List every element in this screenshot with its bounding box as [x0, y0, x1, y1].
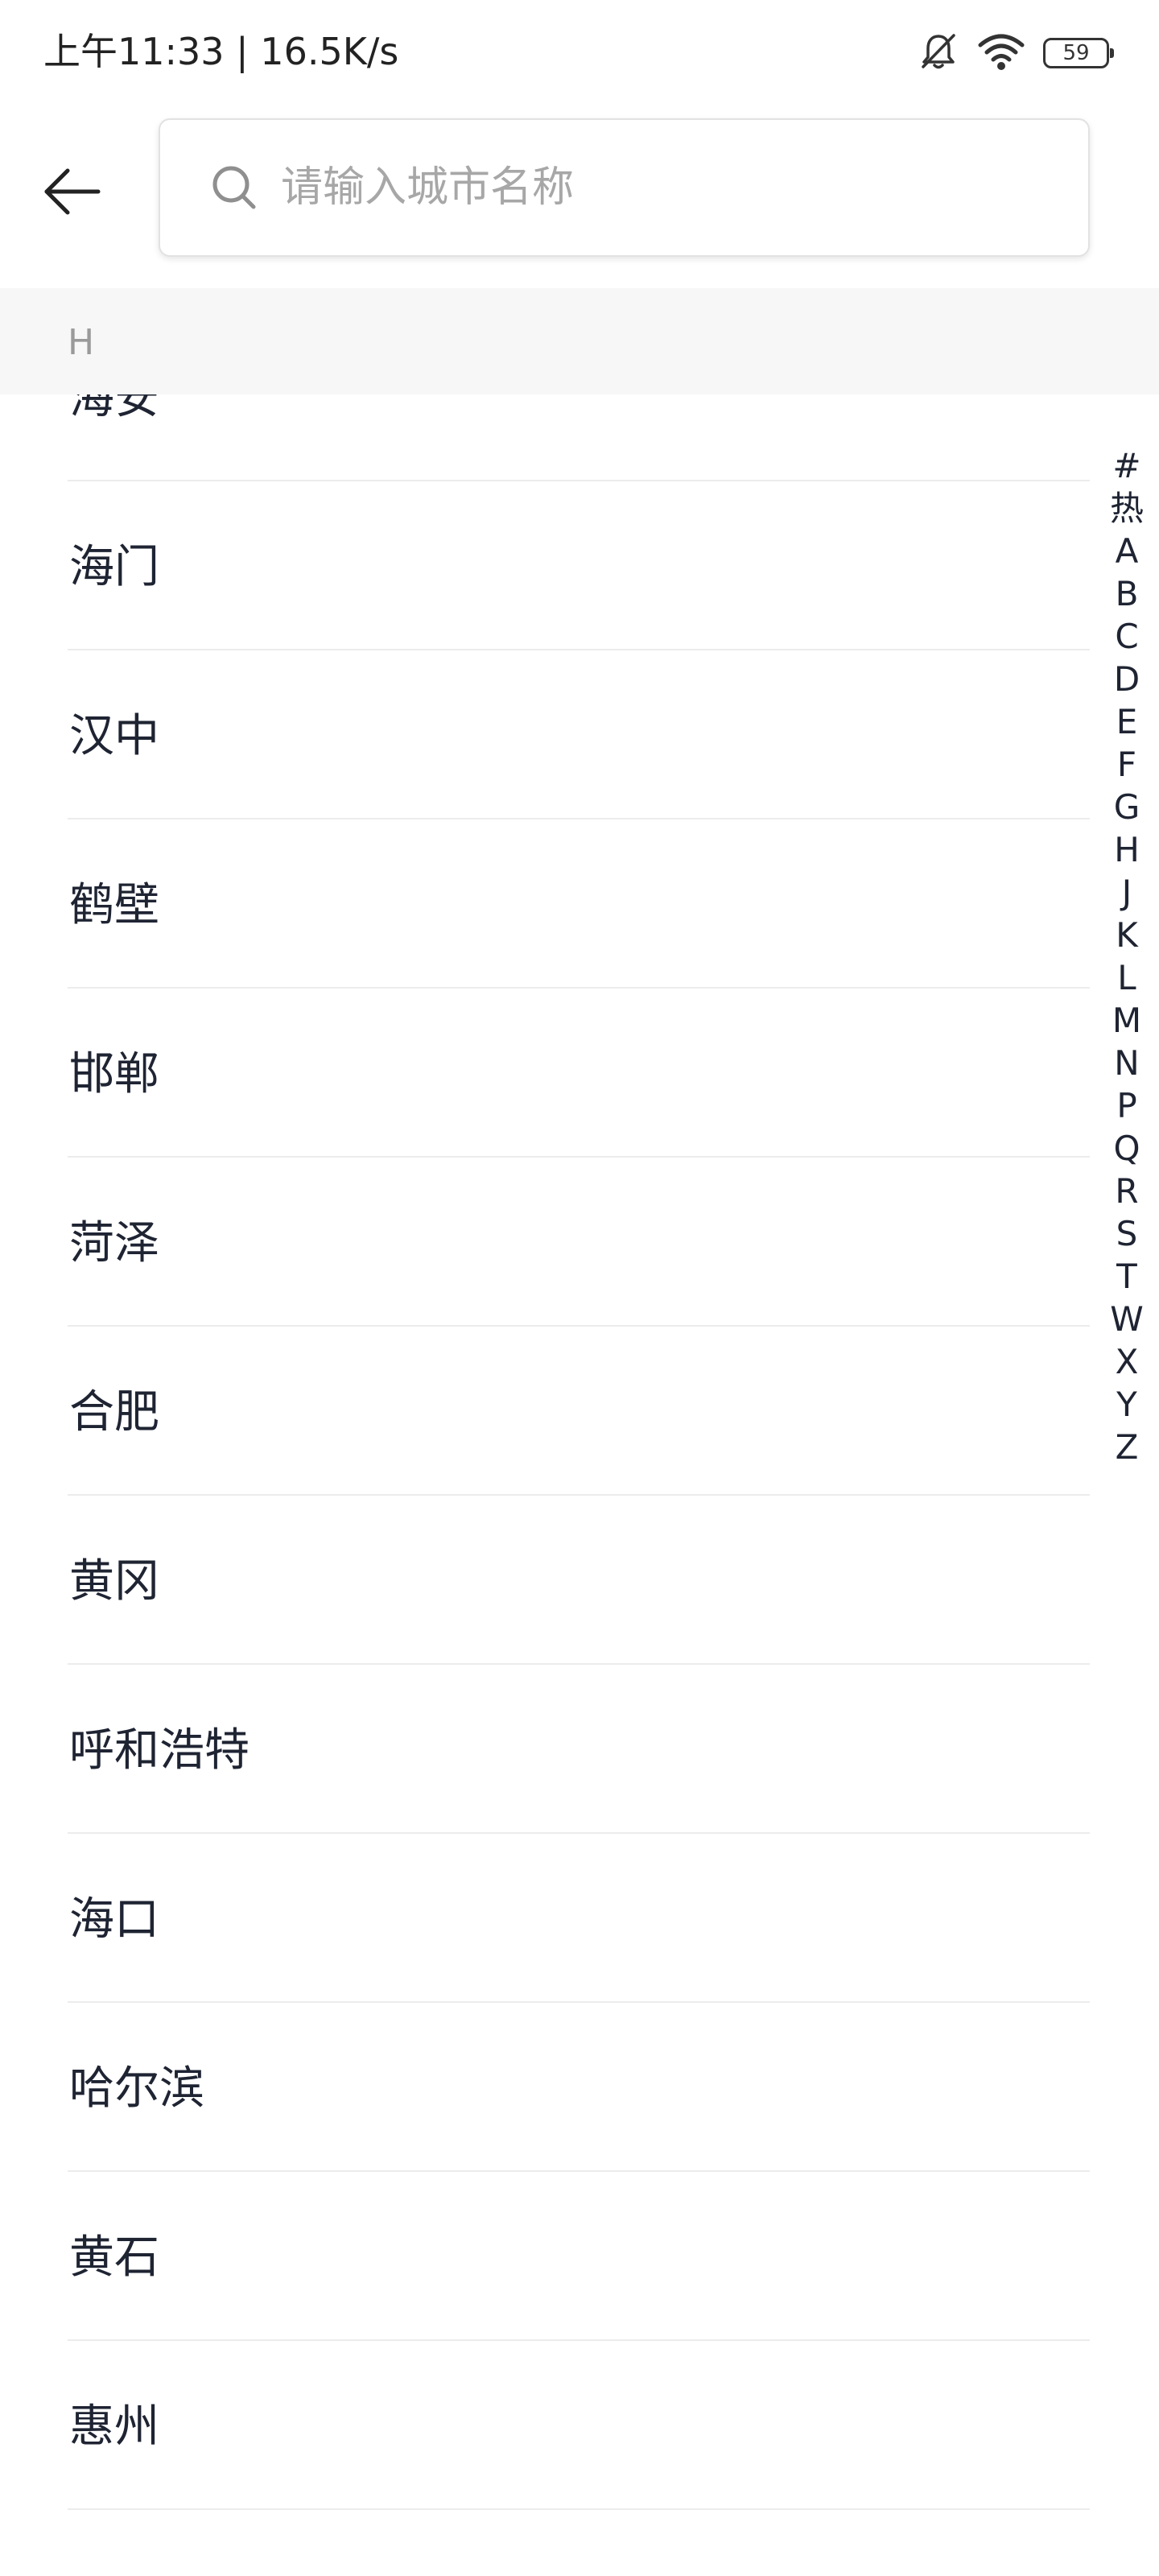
arrow-left-icon — [42, 166, 103, 221]
city-item[interactable]: 海门 — [0, 481, 1159, 650]
city-name: 惠州 — [69, 2401, 159, 2453]
city-item[interactable]: 惠州 — [0, 2341, 1159, 2510]
index-letter-k[interactable]: K — [1101, 914, 1153, 956]
index-letter-w[interactable]: W — [1101, 1298, 1153, 1340]
index-letter-z[interactable]: Z — [1101, 1426, 1153, 1468]
city-item[interactable] — [0, 2510, 1159, 2576]
index-letter-hot[interactable]: 热 — [1101, 487, 1153, 530]
city-item[interactable]: 汉中 — [0, 650, 1159, 819]
city-item[interactable]: 海安 — [0, 394, 1159, 481]
index-letter-c[interactable]: C — [1101, 615, 1153, 658]
city-name: 汉中 — [69, 710, 159, 762]
city-list: 海安 海门 汉中 鹤壁 邯郸 菏泽 合肥 黄冈 呼和浩特 海口 哈尔滨 黄石 惠… — [0, 394, 1159, 2576]
city-name: 哈尔滨 — [69, 2062, 204, 2115]
status-time-speed: 上午11:33 | 16.5K/s — [43, 30, 399, 73]
bell-muted-icon — [918, 31, 959, 76]
battery-icon: 59 — [1043, 38, 1114, 68]
city-name: 海门 — [69, 541, 159, 593]
city-name: 海口 — [69, 1893, 159, 1946]
index-letter-e[interactable]: E — [1101, 700, 1153, 743]
index-letter-y[interactable]: Y — [1101, 1383, 1153, 1426]
city-picker-screen: 上午11:33 | 16.5K/s 59 请输入城市名称 H 海安 海门 汉中 … — [0, 0, 1159, 2576]
wifi-icon — [977, 31, 1025, 76]
alphabet-index[interactable]: # 热 A B C D E F G H J K L M N P Q R S T … — [1101, 444, 1153, 1468]
city-item[interactable]: 黄冈 — [0, 1496, 1159, 1665]
index-letter-l[interactable]: L — [1101, 956, 1153, 999]
index-letter-s[interactable]: S — [1101, 1212, 1153, 1255]
index-letter-f[interactable]: F — [1101, 743, 1153, 786]
city-item[interactable]: 海口 — [0, 1834, 1159, 2003]
city-name: 呼和浩特 — [69, 1724, 250, 1777]
city-name: 合肥 — [69, 1386, 159, 1439]
status-icons: 59 — [918, 29, 1114, 77]
index-letter-h[interactable]: H — [1101, 828, 1153, 871]
index-letter-n[interactable]: N — [1101, 1042, 1153, 1084]
index-letter-t[interactable]: T — [1101, 1255, 1153, 1298]
index-letter-p[interactable]: P — [1101, 1084, 1153, 1127]
city-item[interactable]: 黄石 — [0, 2172, 1159, 2341]
index-letter-g[interactable]: G — [1101, 786, 1153, 828]
city-name: 海安 — [69, 394, 159, 424]
index-letter-r[interactable]: R — [1101, 1170, 1153, 1212]
section-header: H — [0, 288, 1159, 394]
city-item[interactable]: 鹤壁 — [0, 819, 1159, 989]
search-box[interactable] — [159, 118, 1090, 257]
header — [0, 105, 1159, 288]
index-letter-a[interactable]: A — [1101, 530, 1153, 572]
city-item[interactable]: 合肥 — [0, 1327, 1159, 1496]
battery-level: 59 — [1062, 41, 1090, 65]
city-item[interactable]: 呼和浩特 — [0, 1665, 1159, 1834]
status-bar: 上午11:33 | 16.5K/s 59 — [0, 0, 1159, 105]
city-item[interactable]: 哈尔滨 — [0, 2003, 1159, 2172]
index-letter-d[interactable]: D — [1101, 658, 1153, 700]
search-icon — [208, 162, 260, 213]
search-input[interactable] — [279, 155, 1007, 221]
index-letter-x[interactable]: X — [1101, 1340, 1153, 1383]
index-letter-j[interactable]: J — [1101, 871, 1153, 914]
section-letter: H — [68, 322, 95, 363]
city-item[interactable]: 邯郸 — [0, 989, 1159, 1158]
index-letter-b[interactable]: B — [1101, 572, 1153, 615]
city-name: 黄石 — [69, 2231, 159, 2284]
city-list-viewport[interactable]: 海安 海门 汉中 鹤壁 邯郸 菏泽 合肥 黄冈 呼和浩特 海口 哈尔滨 黄石 惠… — [0, 394, 1159, 2576]
city-name: 黄冈 — [69, 1555, 159, 1608]
city-name: 鹤壁 — [69, 879, 159, 931]
city-name: 菏泽 — [69, 1217, 159, 1269]
city-item[interactable]: 菏泽 — [0, 1158, 1159, 1327]
back-button[interactable] — [32, 153, 113, 233]
index-letter-m[interactable]: M — [1101, 999, 1153, 1042]
index-letter-hash[interactable]: # — [1101, 444, 1153, 487]
city-name: 邯郸 — [69, 1048, 159, 1100]
index-letter-q[interactable]: Q — [1101, 1127, 1153, 1170]
